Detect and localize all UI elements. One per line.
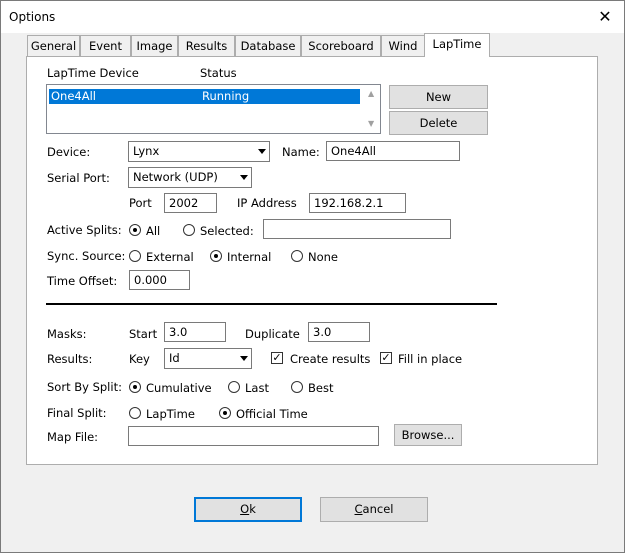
name-input[interactable]: One4All (326, 141, 460, 161)
device-label: Device: (47, 145, 91, 159)
sync-external-label: External (146, 250, 194, 264)
time-offset-label: Time Offset: (47, 274, 118, 288)
active-splits-selected-radio[interactable] (183, 224, 195, 236)
sort-best-radio[interactable] (291, 381, 303, 393)
close-icon[interactable]: ✕ (593, 7, 617, 27)
masks-start-label: Start (129, 327, 158, 341)
list-item[interactable]: One4All Running (49, 89, 360, 104)
results-key-select[interactable]: Id (164, 348, 252, 369)
final-official-label: Official Time (236, 407, 308, 421)
ip-address-label: IP Address (237, 196, 297, 210)
sort-cumulative-label: Cumulative (146, 381, 212, 395)
sync-internal-radio[interactable] (210, 250, 222, 262)
tab-database[interactable]: Database (235, 35, 301, 56)
device-list[interactable]: One4All Running ▲ ▼ (46, 84, 381, 134)
list-item-status: Running (202, 89, 250, 103)
list-scrollbar[interactable]: ▲ ▼ (363, 85, 380, 133)
active-splits-selected-input[interactable] (263, 219, 451, 239)
create-results-label: Create results (290, 352, 371, 366)
active-splits-all-label: All (146, 224, 161, 238)
active-splits-selected-label: Selected: (200, 224, 254, 238)
active-splits-label: Active Splits: (47, 223, 122, 237)
tab-event[interactable]: Event (80, 35, 131, 56)
sync-none-label: None (308, 250, 339, 264)
sync-external-radio[interactable] (129, 250, 141, 262)
tab-wind[interactable]: Wind (381, 35, 425, 56)
fill-in-place-label: Fill in place (398, 352, 463, 366)
sort-cumulative-radio[interactable] (129, 381, 141, 393)
ok-button-label: k (249, 502, 256, 516)
chevron-down-icon (240, 175, 248, 180)
create-results-checkbox[interactable]: ✓ (271, 352, 283, 364)
device-select[interactable]: Lynx (128, 141, 270, 162)
sync-internal-label: Internal (227, 250, 272, 264)
active-splits-all-radio[interactable] (129, 224, 141, 236)
tab-scoreboard[interactable]: Scoreboard (301, 35, 381, 56)
chevron-down-icon (258, 149, 266, 154)
chevron-down-icon (240, 356, 248, 361)
title-bar: Options ✕ (1, 1, 624, 33)
device-select-value: Lynx (133, 144, 160, 158)
masks-start-input[interactable]: 3.0 (164, 322, 226, 342)
results-key-label: Key (129, 352, 150, 366)
time-offset-input[interactable]: 0.000 (129, 270, 190, 290)
ok-button[interactable]: Ok (194, 497, 302, 522)
cancel-button-accel: C (354, 502, 363, 516)
name-label: Name: (282, 145, 320, 159)
sort-last-label: Last (245, 381, 269, 395)
window-title: Options (9, 10, 56, 24)
tab-general[interactable]: General (27, 35, 80, 56)
sort-last-radio[interactable] (228, 381, 240, 393)
tab-results[interactable]: Results (178, 35, 235, 56)
serial-port-label: Serial Port: (47, 171, 110, 185)
cancel-button-label: ancel (362, 502, 394, 516)
results-label: Results: (47, 352, 93, 366)
ip-address-input[interactable]: 192.168.2.1 (309, 193, 406, 213)
column-header-status: Status (200, 66, 237, 80)
list-item-device: One4All (51, 89, 96, 103)
scroll-up-icon[interactable]: ▲ (368, 89, 374, 98)
new-button[interactable]: New (389, 85, 488, 109)
scroll-down-icon[interactable]: ▼ (368, 119, 374, 128)
sync-source-label: Sync. Source: (47, 249, 126, 263)
final-laptime-label: LapTime (146, 407, 195, 421)
final-laptime-radio[interactable] (129, 407, 141, 419)
delete-button[interactable]: Delete (389, 111, 488, 135)
browse-button[interactable]: Browse... (394, 424, 462, 446)
sync-none-radio[interactable] (291, 250, 303, 262)
tab-image[interactable]: Image (131, 35, 178, 56)
port-input[interactable]: 2002 (164, 193, 217, 213)
serial-port-select[interactable]: Network (UDP) (128, 167, 252, 188)
masks-duplicate-label: Duplicate (245, 327, 300, 341)
tab-laptime[interactable]: LapTime (424, 33, 490, 57)
map-file-input[interactable] (128, 426, 379, 446)
map-file-label: Map File: (47, 430, 99, 444)
port-label: Port (129, 196, 152, 210)
cancel-button[interactable]: Cancel (320, 497, 428, 522)
final-official-radio[interactable] (219, 407, 231, 419)
masks-label: Masks: (47, 327, 87, 341)
masks-duplicate-input[interactable]: 3.0 (308, 322, 370, 342)
results-key-select-value: Id (169, 351, 180, 365)
column-header-device: LapTime Device (47, 66, 139, 80)
section-divider (46, 303, 497, 305)
final-split-label: Final Split: (47, 406, 107, 420)
sort-by-split-label: Sort By Split: (47, 380, 122, 394)
serial-port-select-value: Network (UDP) (133, 170, 218, 184)
fill-in-place-checkbox[interactable]: ✓ (380, 352, 392, 364)
ok-button-accel: O (240, 502, 250, 516)
sort-best-label: Best (308, 381, 334, 395)
